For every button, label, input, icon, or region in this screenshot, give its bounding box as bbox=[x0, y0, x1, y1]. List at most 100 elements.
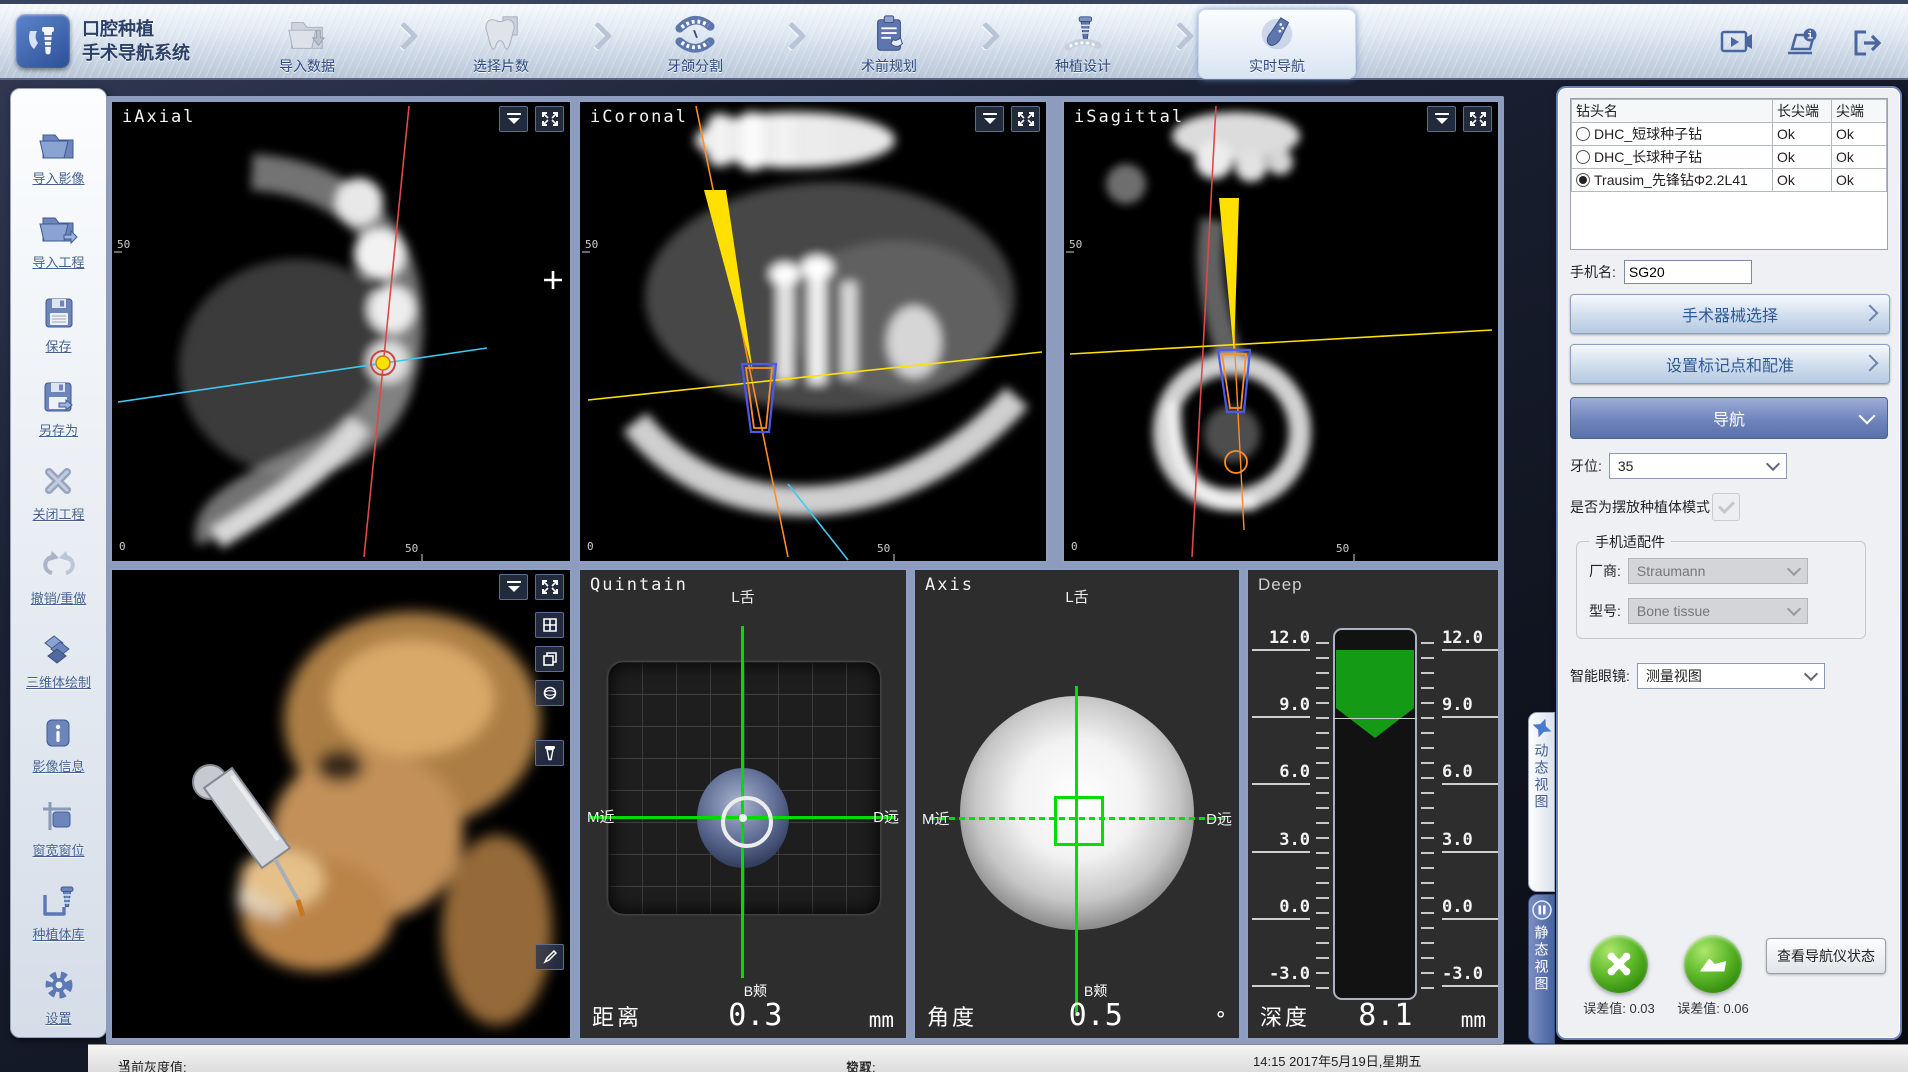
coronal-ct-image: 50 0 50 bbox=[580, 102, 1046, 561]
step-separator-icon bbox=[968, 26, 1004, 62]
depth-value: 8.1 bbox=[1358, 999, 1412, 1032]
tick-label: -3.0 bbox=[1442, 964, 1500, 987]
copy-view-icon[interactable] bbox=[535, 646, 564, 672]
model-row: 型号: Bone tissue bbox=[1589, 598, 1853, 624]
app-brand: 口腔种植 手术导航系统 bbox=[16, 14, 190, 68]
section-label: 导航 bbox=[1713, 406, 1745, 430]
viewport-quintain[interactable]: Quintain L舌 M近 D远 距离 B颊0.3 mm bbox=[578, 568, 908, 1040]
datetime-readout: 14:15 2017年5月19日,星期五 bbox=[1253, 1051, 1421, 1070]
sidebar-item-import-image[interactable]: 导入影像 bbox=[32, 103, 84, 187]
sidebar-item-label: 三维体绘制 bbox=[26, 672, 91, 691]
tab-static-view[interactable]: 静态视图 bbox=[1528, 894, 1555, 1044]
sidebar-item-close-project[interactable]: 关闭工程 bbox=[32, 439, 84, 523]
interaction-value: 拾取 bbox=[846, 1057, 872, 1072]
sidebar-item-window-level[interactable]: 窗宽窗位 bbox=[32, 775, 84, 859]
implant-mode-checkbox[interactable] bbox=[1712, 493, 1740, 521]
viewport-coronal[interactable]: iCoronal bbox=[578, 100, 1048, 563]
session-info-icon[interactable]: i bbox=[1784, 24, 1822, 62]
sidebar-item-settings[interactable]: 设置 bbox=[41, 943, 77, 1027]
implant-marker-icon[interactable] bbox=[535, 740, 564, 766]
handpiece-adapter-group: 手机适配件 厂商: Straumann 型号: Bone tissue bbox=[1576, 541, 1866, 639]
smart-glasses-row: 智能眼镜: 测量视图 bbox=[1570, 663, 1888, 689]
navigation-section-header[interactable]: 导航 bbox=[1570, 397, 1888, 439]
step-import-data[interactable]: 导入数据 bbox=[228, 9, 386, 79]
drill-radio[interactable] bbox=[1576, 127, 1590, 141]
drill-tip-status: Ok bbox=[1832, 146, 1887, 169]
sidebar-item-label: 另存为 bbox=[39, 420, 78, 439]
viewport-title: iSagittal bbox=[1074, 107, 1184, 127]
fullscreen-icon[interactable] bbox=[535, 106, 564, 132]
drill-long-tip-status: Ok bbox=[1773, 123, 1832, 146]
viewport-sagittal[interactable]: iSagittal bbox=[1062, 100, 1500, 563]
distal-label: D远 bbox=[1206, 808, 1232, 829]
metric-label: 角度 bbox=[927, 1000, 977, 1032]
ruler-left-label: 50 bbox=[117, 238, 130, 251]
app-title-line2: 手术导航系统 bbox=[82, 41, 190, 65]
angle-value: 0.5 bbox=[1069, 999, 1123, 1032]
fullscreen-icon[interactable] bbox=[1011, 106, 1040, 132]
error-label: 误差值: bbox=[1677, 1001, 1720, 1016]
layout-dropdown-icon[interactable] bbox=[1427, 106, 1456, 132]
step-preop-planning[interactable]: 术前规划 bbox=[810, 9, 968, 79]
tick-label: -3.0 bbox=[1252, 964, 1310, 987]
video-icon[interactable] bbox=[1718, 24, 1756, 62]
sidebar-item-save-as[interactable]: 另存为 bbox=[39, 355, 78, 439]
drill-name: Trausim_先锋钻Φ2.2L41 bbox=[1594, 172, 1748, 188]
group-title: 手机适配件 bbox=[1589, 532, 1671, 552]
tooth-position-select[interactable]: 35 bbox=[1609, 453, 1787, 479]
drill-calibration-button[interactable] bbox=[1590, 935, 1648, 993]
sidebar-item-label: 设置 bbox=[45, 1008, 71, 1027]
sidebar-item-implant-library[interactable]: 种植体库 bbox=[32, 859, 84, 943]
pen-icon[interactable] bbox=[535, 944, 564, 970]
layout-grid-icon[interactable] bbox=[535, 612, 564, 638]
drill-row[interactable]: Trausim_先锋钻Φ2.2L41 Ok Ok bbox=[1572, 169, 1887, 192]
viewport-axial[interactable]: iAxial 5 bbox=[110, 100, 572, 563]
marker-registration-button[interactable]: 设置标记点和配准 bbox=[1570, 344, 1890, 384]
layout-dropdown-icon[interactable] bbox=[975, 106, 1004, 132]
smart-glasses-select[interactable]: 测量视图 bbox=[1637, 663, 1825, 689]
step-realtime-navigation[interactable]: 实时导航 bbox=[1198, 9, 1356, 79]
reference-calibration-button[interactable] bbox=[1684, 935, 1742, 993]
viewport-axis[interactable]: Axis L舌 M近 D远 角度 B颊0.5 ° bbox=[913, 568, 1241, 1040]
tab-dynamic-view[interactable]: 动态视图 bbox=[1528, 712, 1555, 892]
status-bar: 当前灰度值: -7 交互: 拾取 14:15 2017年5月19日,星期五 bbox=[88, 1044, 1908, 1072]
sidebar-item-save[interactable]: 保存 bbox=[41, 271, 77, 355]
model-select: Bone tissue bbox=[1628, 598, 1808, 624]
ruler-origin-label: 0 bbox=[587, 540, 594, 553]
error-value-right: 误差值: 0.06 bbox=[1677, 998, 1749, 1017]
exit-icon[interactable] bbox=[1850, 24, 1888, 62]
metric-label: 距离 bbox=[592, 1000, 642, 1032]
depth-ruler-right bbox=[1421, 642, 1434, 994]
step-separator-icon bbox=[386, 26, 422, 62]
sidebar-item-undo-redo[interactable]: 撤销/重做 bbox=[31, 523, 87, 607]
fullscreen-icon[interactable] bbox=[1463, 106, 1492, 132]
drill-radio[interactable] bbox=[1576, 150, 1590, 164]
layout-dropdown-icon[interactable] bbox=[499, 574, 528, 600]
step-jaw-segmentation[interactable]: 牙颌分割 bbox=[616, 9, 774, 79]
viewport-deep[interactable]: Deep 12.0 9.0 6.0 3.0 0.0 -3.0 12.0 9.0 … bbox=[1246, 568, 1500, 1040]
navigation-panel: 钻头名 长尖端 尖端 DHC_短球种子钻 Ok Ok DHC_长球种子钻 Ok … bbox=[1556, 86, 1902, 1040]
drill-row[interactable]: DHC_短球种子钻 Ok Ok bbox=[1572, 123, 1887, 146]
ruler-bottom-label: 50 bbox=[1336, 542, 1349, 555]
fullscreen-icon[interactable] bbox=[535, 574, 564, 600]
handpiece-name-input[interactable] bbox=[1624, 260, 1752, 284]
viewport-3d-render[interactable] bbox=[110, 568, 572, 1040]
drill-row[interactable]: DHC_长球种子钻 Ok Ok bbox=[1572, 146, 1887, 169]
sidebar-item-volume-render[interactable]: 三维体绘制 bbox=[26, 607, 91, 691]
mesial-label: M近 bbox=[587, 806, 615, 827]
plus-marker-icon[interactable] bbox=[544, 271, 562, 289]
workflow-steps: 导入数据 选择片数 牙颌分割 术前规划 bbox=[228, 7, 1356, 81]
step-implant-design[interactable]: 种植设计 bbox=[1004, 9, 1162, 79]
error-value: 0.03 bbox=[1629, 1001, 1654, 1016]
navigator-status-button[interactable]: 查看导航仪状态 bbox=[1766, 938, 1886, 974]
chevron-down-icon bbox=[1766, 457, 1780, 471]
step-slice-count[interactable]: 选择片数 bbox=[422, 9, 580, 79]
instrument-select-button[interactable]: 手术器械选择 bbox=[1570, 294, 1890, 334]
tooth-position-label: 牙位: bbox=[1570, 456, 1602, 476]
sidebar-item-image-info[interactable]: 影像信息 bbox=[32, 691, 84, 775]
error-label: 误差值: bbox=[1583, 1001, 1626, 1016]
sidebar-item-import-project[interactable]: 导入工程 bbox=[32, 187, 84, 271]
sphere-view-icon[interactable] bbox=[535, 680, 564, 706]
layout-dropdown-icon[interactable] bbox=[499, 106, 528, 132]
drill-radio[interactable] bbox=[1576, 173, 1590, 187]
